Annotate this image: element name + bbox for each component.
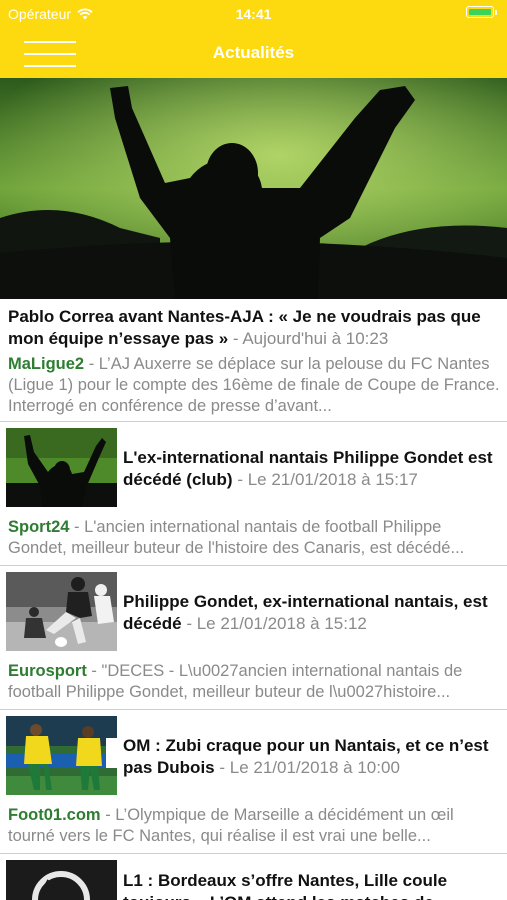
status-bar: Opérateur 14:41: [0, 0, 507, 26]
article-snippet: Eurosport - "DECES - L\u0027ancien inter…: [8, 661, 503, 703]
article-snippet-separator: -: [84, 355, 99, 373]
article-title[interactable]: L1 : Bordeaux s’offre Nantes, Lille coul…: [123, 870, 503, 900]
article-date: Le 21/01/2018 à 10:00: [229, 758, 400, 777]
article-snippet: MaLigue2 - L’AJ Auxerre se déplace sur l…: [8, 354, 503, 417]
article-title[interactable]: Philippe Gondet, ex-international nantai…: [123, 591, 503, 635]
article-snippet: Foot01.com - L’Olympique de Marseille a …: [8, 805, 503, 847]
article-title-text: L1 : Bordeaux s’offre Nantes, Lille coul…: [123, 871, 448, 900]
page-title: Actualités: [212, 43, 295, 62]
article-date-separator: -: [228, 329, 243, 348]
article-snippet-separator: -: [100, 806, 116, 824]
article-source: Eurosport: [8, 662, 87, 680]
article-source: Sport24: [8, 518, 70, 536]
article-source: MaLigue2: [8, 355, 85, 373]
article-date-separator: -: [232, 470, 248, 489]
article-thumbnail: [6, 572, 117, 651]
list-item[interactable]: OM : Zubi craque pour un Nantais, et ce …: [0, 710, 507, 853]
status-time: 14:41: [235, 6, 272, 22]
article-title[interactable]: L'ex-international nantais Philippe Gond…: [123, 447, 503, 491]
article-source: Foot01.com: [8, 806, 101, 824]
article-thumbnail: [6, 860, 117, 900]
article-snippet-separator: -: [69, 518, 85, 536]
battery-icon: [466, 6, 497, 18]
app-header: Opérateur 14:41 Actualités: [0, 0, 507, 78]
article-date: Le 21/01/2018 à 15:12: [196, 614, 367, 633]
article-thumbnail: [6, 716, 117, 795]
list-item[interactable]: Philippe Gondet, ex-international nantai…: [0, 566, 507, 709]
navigation-bar: Actualités: [0, 26, 507, 78]
article-thumbnail: [6, 428, 117, 507]
article-date-separator: -: [214, 758, 230, 777]
list-item[interactable]: L1 : Bordeaux s’offre Nantes, Lille coul…: [0, 854, 507, 900]
article-date-separator: -: [181, 614, 197, 633]
list-item[interactable]: L'ex-international nantais Philippe Gond…: [0, 422, 507, 565]
article-title[interactable]: OM : Zubi craque pour un Nantais, et ce …: [123, 735, 503, 779]
article-snippet-separator: -: [86, 662, 102, 680]
article-snippet: Sport24 - L'ancien international nantais…: [8, 517, 503, 559]
article-date: Le 21/01/2018 à 15:17: [247, 470, 418, 489]
article-title[interactable]: Pablo Correa avant Nantes-AJA : « Je ne …: [8, 306, 503, 350]
article-date: Aujourd'hui à 10:23: [242, 329, 389, 348]
featured-article-image[interactable]: [0, 78, 507, 299]
